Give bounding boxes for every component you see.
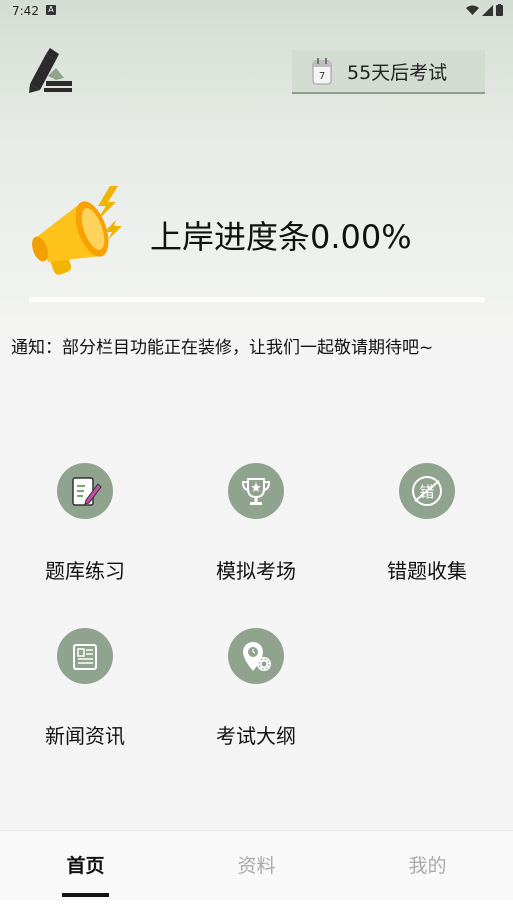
calendar-day: 7	[319, 71, 325, 82]
menu-item-news[interactable]: 新闻资讯	[10, 628, 160, 748]
app-logo-icon	[29, 48, 72, 93]
menu-item-wrong-questions[interactable]: 错 错题收集	[352, 463, 502, 583]
tab-materials[interactable]: 资料	[171, 831, 342, 901]
status-time: 7:42	[12, 4, 39, 18]
bottom-tab-bar: 首页 资料 我的	[0, 830, 513, 901]
exam-countdown-label: 55天后考试	[347, 61, 448, 84]
location-gear-icon	[243, 642, 271, 671]
menu-icon-wrap	[57, 628, 113, 684]
progress-bar	[29, 297, 485, 302]
notepad-pen-icon	[72, 477, 102, 506]
system-nav-bar	[0, 900, 513, 912]
calendar-icon: 7	[312, 58, 332, 85]
menu-item-exam-outline[interactable]: 考试大纲	[181, 628, 331, 748]
menu-icon-wrap: 错	[399, 463, 455, 519]
tab-label: 资料	[237, 855, 276, 877]
menu-item-mock-exam[interactable]: 模拟考场	[181, 463, 331, 583]
menu-label: 考试大纲	[216, 724, 296, 748]
status-bar: 7:42 A	[0, 0, 513, 22]
battery-icon	[496, 4, 503, 16]
trophy-icon	[241, 478, 271, 505]
svg-text:错: 错	[419, 483, 434, 501]
notice-text: 通知：部分栏目功能正在装修，让我们一起敬请期待吧~	[11, 338, 434, 358]
tab-label: 首页	[66, 855, 105, 877]
menu-icon-wrap	[228, 628, 284, 684]
menu-label: 新闻资讯	[45, 724, 125, 748]
menu-label: 模拟考场	[216, 559, 296, 583]
wrong-stamp-icon: 错	[412, 476, 442, 506]
tab-home[interactable]: 首页	[0, 831, 171, 901]
newspaper-icon	[73, 644, 97, 670]
progress-title: 上岸进度条0.00%	[150, 218, 412, 256]
menu-icon-wrap	[57, 463, 113, 519]
system-icons	[466, 4, 503, 16]
menu-item-question-bank[interactable]: 题库练习	[10, 463, 160, 583]
tab-label: 我的	[408, 855, 447, 877]
megaphone-icon	[32, 186, 122, 275]
tab-active-indicator	[62, 893, 109, 897]
wifi-icon	[466, 5, 479, 15]
notification-icon: A	[46, 5, 56, 15]
exam-countdown-button[interactable]: 7 55天后考试	[292, 50, 485, 94]
menu-label: 题库练习	[45, 559, 125, 583]
tab-mine[interactable]: 我的	[342, 831, 513, 901]
menu-label: 错题收集	[387, 559, 467, 583]
signal-icon	[482, 4, 493, 16]
menu-icon-wrap	[228, 463, 284, 519]
